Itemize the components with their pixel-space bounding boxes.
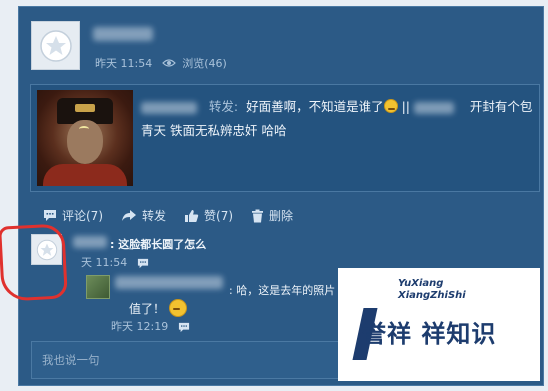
forward-label: 转发 xyxy=(142,209,167,223)
commenter-name-redacted xyxy=(73,236,107,248)
watermark-logo: YuXiang XiangZhiShi 誉祥 祥知识 xyxy=(338,268,540,381)
action-bar: 评论(7) 转发 赞(7) 删除 xyxy=(43,207,293,224)
reply-icon[interactable] xyxy=(178,322,190,333)
repost-box: 转发: 好面善啊，不知道是谁了 || 开封有个包青天 铁面无私辨忠奸 哈哈 xyxy=(30,84,540,192)
delete-button[interactable]: 删除 xyxy=(251,207,293,224)
watermark-line-1: YuXiang xyxy=(398,278,444,289)
original-user-redacted xyxy=(414,101,455,114)
thumbs-up-icon xyxy=(185,209,199,222)
reply-text-2: 值了！ xyxy=(129,299,187,317)
comment-text: : 这脸都长圆了怎么 xyxy=(110,238,207,251)
forward-icon xyxy=(122,210,136,221)
repost-content: 转发: 好面善啊，不知道是谁了 || 开封有个包青天 铁面无私辨忠奸 哈哈 xyxy=(141,95,536,143)
thinking-emoji-icon xyxy=(383,99,398,113)
post-photo[interactable] xyxy=(37,90,133,186)
reply-text-2-label: 值了！ xyxy=(129,302,166,316)
post-meta: 昨天 11:54 浏览(46) xyxy=(95,55,227,71)
watermark-main-text: 誉祥 祥知识 xyxy=(362,320,497,348)
username-redacted xyxy=(93,27,153,41)
comment-input[interactable]: 我也说一句 xyxy=(31,341,361,379)
red-highlight-circle xyxy=(0,223,68,302)
replier-name-redacted xyxy=(115,276,223,289)
comment-icon xyxy=(44,210,56,221)
user-avatar[interactable] xyxy=(31,21,80,70)
repost-text-1: 好面善啊，不知道是谁了 xyxy=(246,99,384,114)
reply-meta: 昨天 12:19 xyxy=(111,318,190,334)
forward-button[interactable]: 转发 xyxy=(121,207,166,224)
repost-label: 转发: xyxy=(208,99,239,114)
replier-avatar[interactable] xyxy=(86,275,110,299)
separator: || xyxy=(401,99,411,114)
thinking-emoji-icon xyxy=(168,299,187,317)
view-count: 浏览(46) xyxy=(182,57,227,70)
eye-icon xyxy=(161,58,176,71)
comment-meta: 天 11:54 xyxy=(81,254,149,270)
like-button[interactable]: 赞(7) xyxy=(184,207,233,224)
comment-input-placeholder: 我也说一句 xyxy=(42,353,100,367)
delete-label: 删除 xyxy=(269,209,294,223)
repost-user-redacted xyxy=(141,101,197,114)
default-avatar-icon xyxy=(39,29,72,62)
post-time[interactable]: 昨天 11:54 xyxy=(95,57,152,70)
comment-time: 天 11:54 xyxy=(81,256,128,269)
like-label: 赞(7) xyxy=(204,209,234,223)
reply-icon[interactable] xyxy=(137,258,149,269)
trash-icon xyxy=(252,209,264,222)
reply-time: 昨天 12:19 xyxy=(111,320,169,333)
watermark-line-2: XiangZhiShi xyxy=(398,290,466,301)
comment-label: 评论(7) xyxy=(62,209,103,223)
comment-button[interactable]: 评论(7) xyxy=(43,207,103,224)
reply-text: : 哈，这是去年的照片 xyxy=(229,284,336,297)
watermark-text: YuXiang XiangZhiShi xyxy=(398,278,466,302)
